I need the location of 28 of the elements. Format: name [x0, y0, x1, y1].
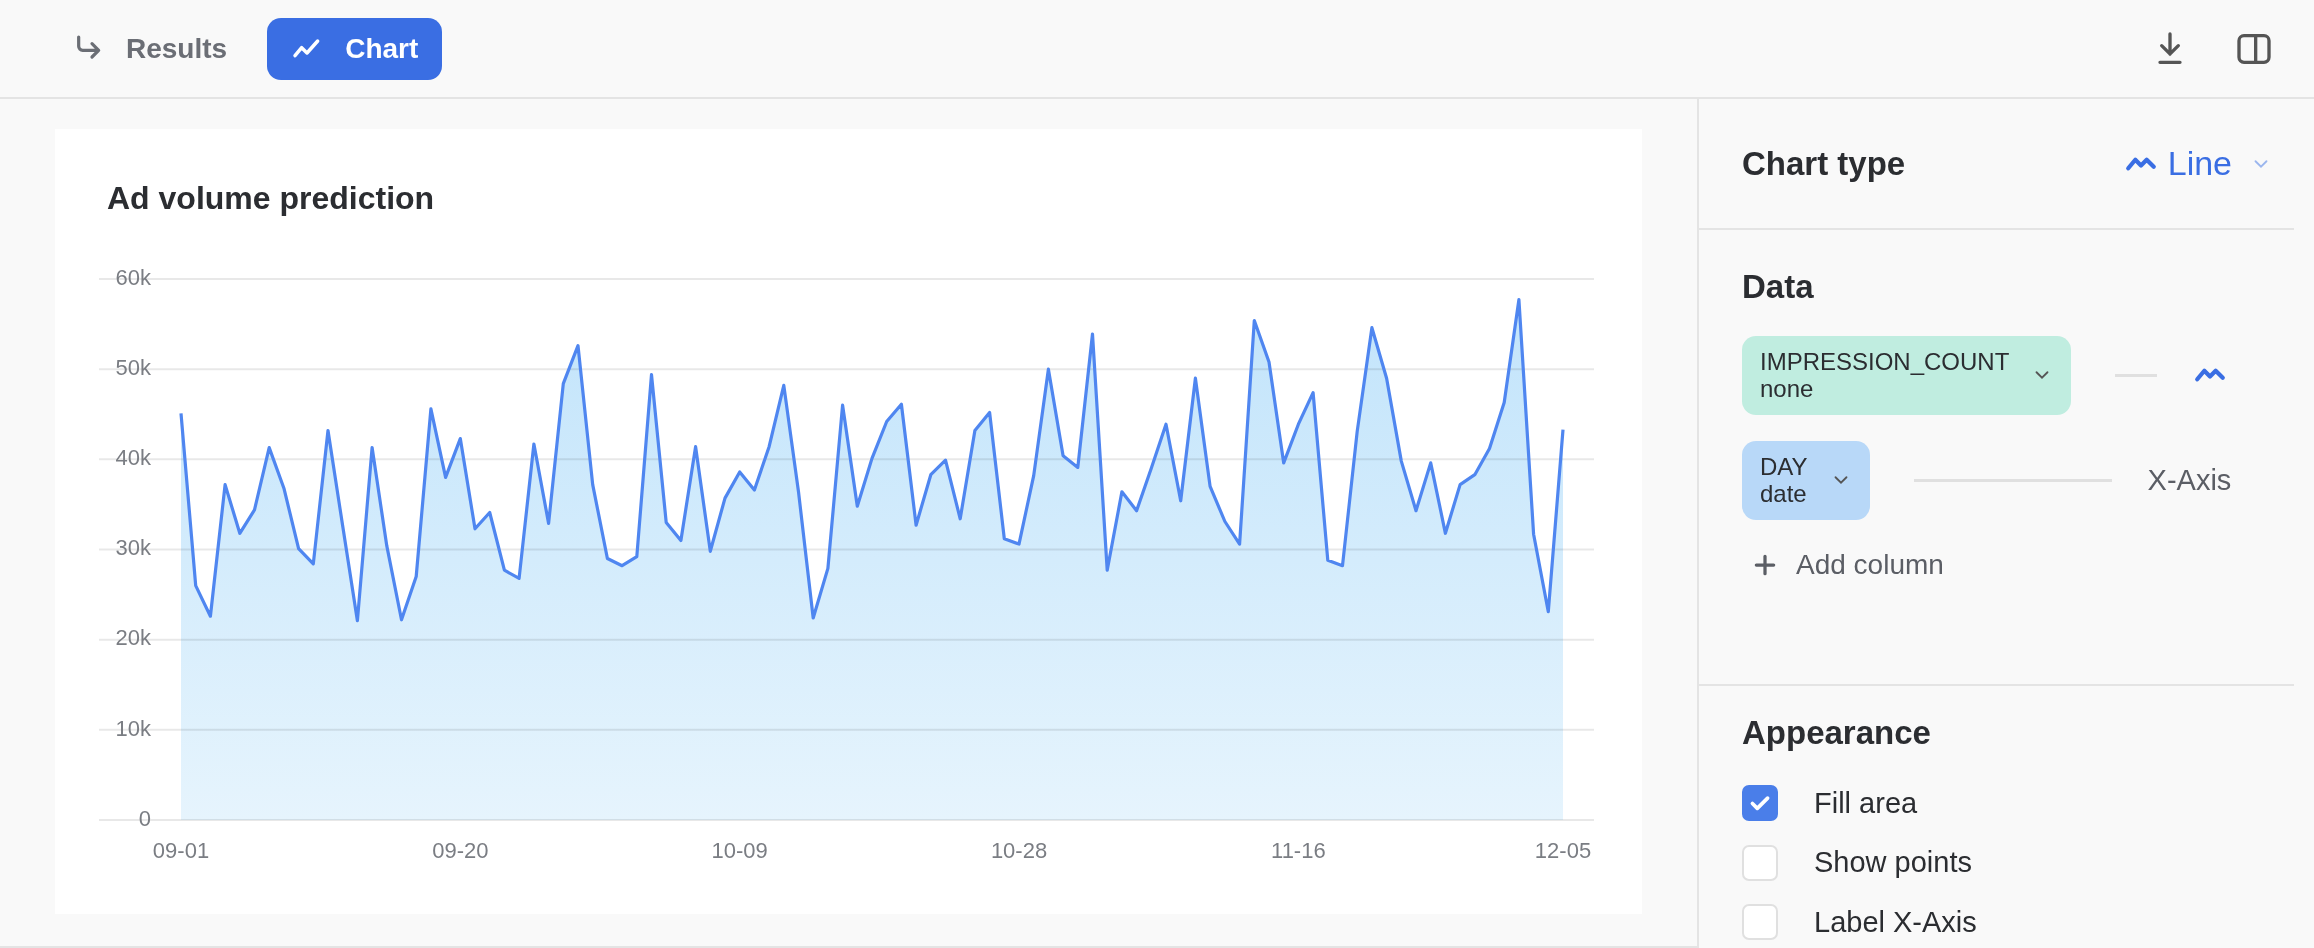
- y-tick-label: 60k: [115, 264, 151, 290]
- y-tick-label: 0: [138, 805, 151, 831]
- y-tick-label: 20k: [115, 625, 151, 651]
- chart-type-dropdown[interactable]: Line: [2123, 138, 2272, 189]
- checkbox[interactable]: [1742, 785, 1778, 822]
- y-tick-label: 30k: [115, 535, 151, 561]
- checkbox-label: Fill area: [1814, 785, 1918, 821]
- y-tick-label: 50k: [115, 355, 151, 380]
- y-tick-label: 10k: [115, 715, 151, 741]
- x-tick-label: 11-16: [1271, 837, 1326, 863]
- data-heading: Data: [1742, 267, 1815, 307]
- add-column-button[interactable]: Add column: [1742, 543, 1944, 586]
- x-tick-label: 09-01: [152, 837, 210, 863]
- checkbox-label: Label X-Axis: [1814, 904, 1977, 940]
- tab[interactable]: Results: [48, 17, 252, 80]
- chart-title: Ad volume prediction: [106, 179, 436, 218]
- x-tick-label: 09-20: [432, 837, 489, 863]
- tab[interactable]: Chart: [267, 17, 443, 80]
- axis-label: X-Axis: [2147, 462, 2232, 498]
- y-tick-label: 40k: [115, 445, 151, 471]
- checkbox-label: Show points: [1814, 845, 1972, 880]
- x-tick-label: 10-09: [711, 837, 768, 863]
- appearance-heading: Appearance: [1742, 713, 1932, 753]
- x-tick-label: 10-28: [990, 837, 1048, 863]
- x-tick-label: 12-05: [1534, 837, 1592, 863]
- column-pill[interactable]: DAY date: [1742, 440, 1870, 520]
- chart-type-label: Chart type: [1742, 143, 1906, 184]
- column-pill[interactable]: IMPRESSION_COUNT none: [1742, 335, 2072, 415]
